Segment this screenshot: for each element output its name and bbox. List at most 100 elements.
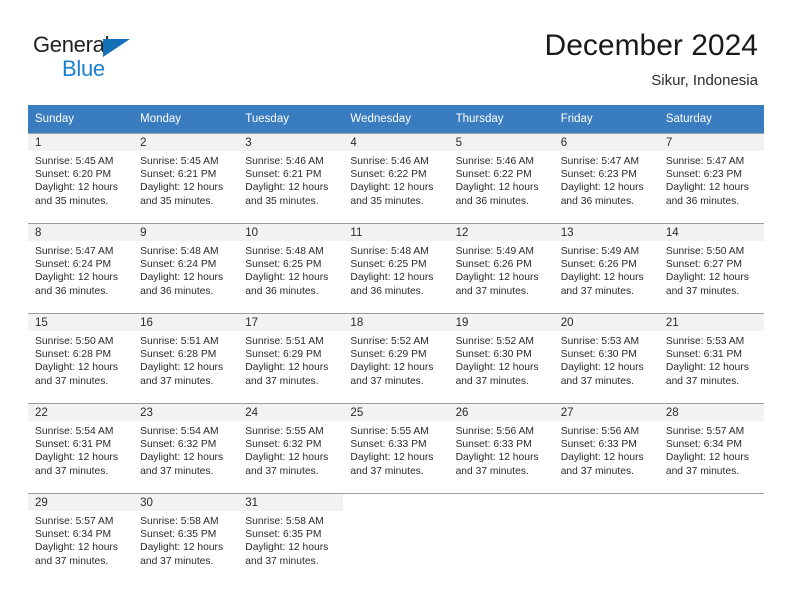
day-number: 27 [553,404,659,421]
calendar-day-cell[interactable]: 3 Sunrise: 5:46 AM Sunset: 6:21 PM Daylight… [238,133,344,223]
day-cell-inner: 19 Sunrise: 5:52 AM Sunset: 6:30 PM Dayligh… [448,313,554,403]
sunrise-text: Sunrise: 5:54 AM [35,426,114,437]
calendar-day-cell[interactable]: 20 Sunrise: 5:53 AM Sunset: 6:30 PM Dayligh… [553,313,659,403]
calendar-day-cell[interactable]: 8 Sunrise: 5:47 AM Sunset: 6:24 PM Daylight… [28,223,134,313]
calendar-week-row: 1 Sunrise: 5:45 AM Sunset: 6:20 PM Daylight… [28,133,764,223]
day-number [553,494,659,511]
calendar-day-cell[interactable]: 14 Sunrise: 5:50 AM Sunset: 6:27 PM Dayligh… [658,223,764,313]
sunrise-text: Sunrise: 5:45 AM [140,156,219,167]
calendar-day-cell[interactable]: 18 Sunrise: 5:52 AM Sunset: 6:29 PM Dayligh… [343,313,449,403]
calendar-day-cell[interactable]: 31 Sunrise: 5:58 AM Sunset: 6:35 PM Dayligh… [238,493,344,583]
sunset-text: Sunset: 6:26 PM [560,259,637,271]
day-cell-inner: 8 Sunrise: 5:47 AM Sunset: 6:24 PM Daylight… [28,223,134,313]
calendar-week-row: 8 Sunrise: 5:47 AM Sunset: 6:24 PM Daylight… [28,223,764,313]
day-number: 14 [658,224,764,241]
day-number: 16 [133,314,239,331]
calendar-week-row: 29 Sunrise: 5:57 AM Sunset: 6:34 PM Dayligh… [28,493,764,583]
calendar-day-cell[interactable]: 23 Sunrise: 5:54 AM Sunset: 6:32 PM Dayligh… [133,403,239,493]
calendar-day-cell[interactable]: 1 Sunrise: 5:45 AM Sunset: 6:20 PM Daylight… [28,133,134,223]
day-cell-details: Sunrise: 5:46 AM Sunset: 6:22 PM Daylight:… [449,151,554,208]
sunrise-text: Sunrise: 5:46 AM [245,156,324,167]
day-cell-details: Sunrise: 5:46 AM Sunset: 6:22 PM Daylight:… [343,151,448,208]
calendar-day-cell[interactable]: 4 Sunrise: 5:46 AM Sunset: 6:22 PM Daylight… [343,133,449,223]
sunset-text: Sunset: 6:22 PM [350,169,427,181]
day-number: 8 [28,224,134,241]
title-block: December 2024 Sikur, Indonesia [545,28,758,92]
day-cell-details: Sunrise: 5:54 AM Sunset: 6:31 PM Daylight:… [28,421,133,478]
general-blue-logo[interactable]: General Blue [33,32,183,84]
daylight-text: Daylight: 12 hours and 37 minutes. [35,542,118,567]
sunset-text: Sunset: 6:33 PM [350,439,427,451]
day-number [448,494,554,511]
day-number [343,494,449,511]
calendar-day-cell[interactable]: 19 Sunrise: 5:52 AM Sunset: 6:30 PM Dayligh… [448,313,554,403]
calendar-day-cell[interactable]: 25 Sunrise: 5:55 AM Sunset: 6:33 PM Dayligh… [343,403,449,493]
day-number: 21 [658,314,764,331]
sunset-text: Sunset: 6:23 PM [665,169,742,181]
calendar-day-cell[interactable]: 6 Sunrise: 5:47 AM Sunset: 6:23 PM Daylight… [553,133,659,223]
day-cell-inner: 14 Sunrise: 5:50 AM Sunset: 6:27 PM Dayligh… [658,223,764,313]
day-cell-details: Sunrise: 5:45 AM Sunset: 6:20 PM Daylight:… [28,151,133,208]
calendar-day-cell[interactable]: 2 Sunrise: 5:45 AM Sunset: 6:21 PM Daylight… [133,133,239,223]
sunrise-text: Sunrise: 5:46 AM [455,156,534,167]
calendar-header-row-group: Sunday Monday Tuesday Wednesday Thursday… [28,105,764,133]
daylight-text: Daylight: 12 hours and 37 minutes. [455,272,539,297]
sunrise-text: Sunrise: 5:48 AM [350,246,429,257]
sunrise-text: Sunrise: 5:49 AM [560,246,640,257]
calendar-day-cell[interactable]: 21 Sunrise: 5:53 AM Sunset: 6:31 PM Dayligh… [658,313,764,403]
daylight-text: Daylight: 12 hours and 37 minutes. [245,362,329,387]
calendar-day-cell[interactable]: 7 Sunrise: 5:47 AM Sunset: 6:23 PM Daylight… [658,133,764,223]
sunrise-text: Sunrise: 5:56 AM [560,426,640,437]
calendar-day-cell[interactable]: 29 Sunrise: 5:57 AM Sunset: 6:34 PM Dayligh… [28,493,134,583]
weekday-header-sunday: Sunday [28,105,134,133]
sunrise-text: Sunrise: 5:52 AM [455,336,534,347]
calendar-day-cell[interactable]: 12 Sunrise: 5:49 AM Sunset: 6:26 PM Dayligh… [448,223,554,313]
sunrise-text: Sunrise: 5:51 AM [140,336,219,347]
page-title: December 2024 [544,29,758,62]
daylight-text: Daylight: 12 hours and 37 minutes. [665,272,749,297]
sunrise-text: Sunrise: 5:48 AM [140,246,219,257]
day-cell-details: Sunrise: 5:50 AM Sunset: 6:27 PM Daylight:… [659,241,764,298]
location-subtitle: Sikur, Indonesia [651,72,758,89]
calendar-day-cell[interactable]: 27 Sunrise: 5:56 AM Sunset: 6:33 PM Dayligh… [553,403,659,493]
sunrise-text: Sunrise: 5:58 AM [245,516,324,527]
daylight-text: Daylight: 12 hours and 37 minutes. [665,452,749,477]
calendar-day-cell[interactable]: 30 Sunrise: 5:58 AM Sunset: 6:35 PM Dayligh… [133,493,239,583]
day-cell-details: Sunrise: 5:48 AM Sunset: 6:25 PM Daylight:… [238,241,343,298]
daylight-text: Daylight: 12 hours and 37 minutes. [665,362,749,387]
day-cell-inner: 10 Sunrise: 5:48 AM Sunset: 6:25 PM Dayligh… [238,223,344,313]
day-cell-inner: 24 Sunrise: 5:55 AM Sunset: 6:32 PM Dayligh… [238,403,344,493]
sunrise-text: Sunrise: 5:51 AM [245,336,324,347]
sunrise-text: Sunrise: 5:52 AM [350,336,429,347]
calendar-week-row: 15 Sunrise: 5:50 AM Sunset: 6:28 PM Dayligh… [28,313,764,403]
daylight-text: Daylight: 12 hours and 37 minutes. [140,542,224,567]
calendar-day-cell[interactable]: 22 Sunrise: 5:54 AM Sunset: 6:31 PM Dayligh… [28,403,134,493]
calendar-day-cell[interactable]: 26 Sunrise: 5:56 AM Sunset: 6:33 PM Dayligh… [448,403,554,493]
sunset-text: Sunset: 6:31 PM [665,349,742,361]
calendar-day-cell[interactable]: 15 Sunrise: 5:50 AM Sunset: 6:28 PM Dayligh… [28,313,134,403]
day-cell-inner: 23 Sunrise: 5:54 AM Sunset: 6:32 PM Dayligh… [133,403,239,493]
day-cell-inner: 4 Sunrise: 5:46 AM Sunset: 6:22 PM Daylight… [343,133,449,223]
calendar-day-cell[interactable]: 13 Sunrise: 5:49 AM Sunset: 6:26 PM Dayligh… [553,223,659,313]
day-number: 3 [238,134,344,151]
calendar-day-cell[interactable]: 16 Sunrise: 5:51 AM Sunset: 6:28 PM Dayligh… [133,313,239,403]
day-number: 30 [133,494,239,511]
daylight-text: Daylight: 12 hours and 36 minutes. [455,182,539,207]
day-number [658,494,764,511]
calendar-day-cell[interactable]: 24 Sunrise: 5:55 AM Sunset: 6:32 PM Dayligh… [238,403,344,493]
sunset-text: Sunset: 6:27 PM [665,259,742,271]
sunset-text: Sunset: 6:30 PM [560,349,637,361]
calendar-day-cell[interactable]: 11 Sunrise: 5:48 AM Sunset: 6:25 PM Dayligh… [343,223,449,313]
sunrise-text: Sunrise: 5:45 AM [35,156,114,167]
calendar-day-cell[interactable]: 9 Sunrise: 5:48 AM Sunset: 6:24 PM Daylight… [133,223,239,313]
calendar-day-cell[interactable]: 28 Sunrise: 5:57 AM Sunset: 6:34 PM Dayligh… [658,403,764,493]
calendar-day-cell[interactable]: 17 Sunrise: 5:51 AM Sunset: 6:29 PM Dayligh… [238,313,344,403]
sunset-text: Sunset: 6:28 PM [35,349,112,361]
calendar-day-cell[interactable]: 5 Sunrise: 5:46 AM Sunset: 6:22 PM Daylight… [448,133,554,223]
day-cell-inner: 27 Sunrise: 5:56 AM Sunset: 6:33 PM Dayligh… [553,403,659,493]
day-cell-inner: 11 Sunrise: 5:48 AM Sunset: 6:25 PM Dayligh… [343,223,449,313]
sunrise-text: Sunrise: 5:58 AM [140,516,219,527]
logo-text-general: General [33,32,110,57]
calendar-day-cell[interactable]: 10 Sunrise: 5:48 AM Sunset: 6:25 PM Dayligh… [238,223,344,313]
day-number: 23 [133,404,239,421]
